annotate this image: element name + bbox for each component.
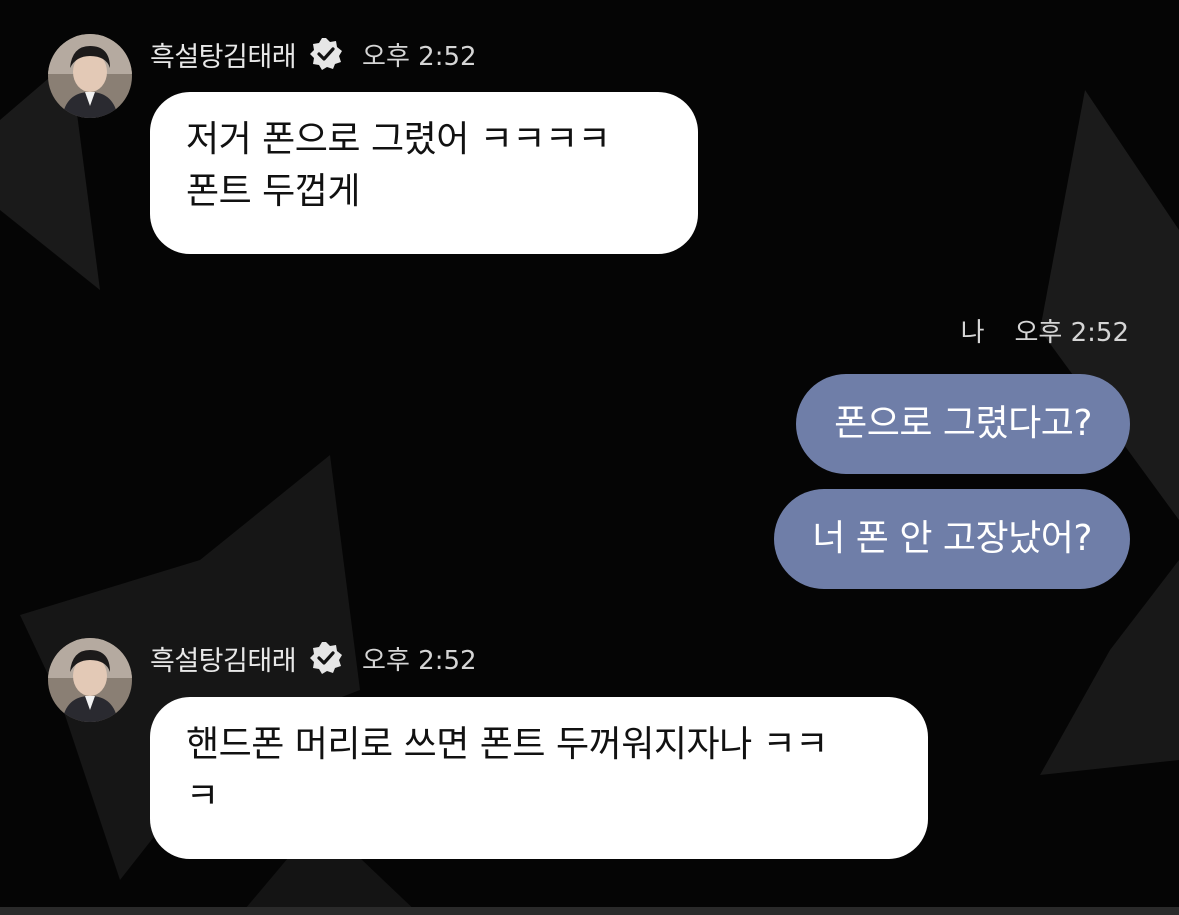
me-label: 나 bbox=[960, 317, 985, 348]
message-text-line: 핸드폰 머리로 쓰면 폰트 두꺼워지자나 ㅋㅋ bbox=[186, 724, 828, 765]
avatar[interactable] bbox=[48, 638, 132, 722]
message-header: 흑설탕김태래 오후 2:52 bbox=[150, 638, 477, 678]
sender-name[interactable]: 흑설탕김태래 bbox=[150, 639, 297, 678]
message-text: 폰으로 그렸다고? bbox=[834, 403, 1092, 444]
message-text-line: 폰트 두껍게 bbox=[186, 171, 361, 212]
message-text-line: ㅋ bbox=[186, 776, 219, 817]
message-text: 너 폰 안 고장났어? bbox=[812, 518, 1092, 559]
verified-badge-icon bbox=[308, 640, 344, 676]
avatar-image bbox=[48, 638, 132, 722]
verified-badge-icon bbox=[308, 36, 344, 72]
message-time: 오후 2:52 bbox=[362, 645, 477, 676]
received-message-bubble[interactable]: 저거 폰으로 그렸어 ㅋㅋㅋㅋ 폰트 두껍게 bbox=[150, 92, 698, 254]
sent-message-bubble[interactable]: 폰으로 그렸다고? bbox=[796, 374, 1130, 474]
avatar-image bbox=[48, 34, 132, 118]
received-message-bubble[interactable]: 핸드폰 머리로 쓰면 폰트 두꺼워지자나 ㅋㅋ ㅋ bbox=[150, 697, 928, 859]
sender-name[interactable]: 흑설탕김태래 bbox=[150, 35, 297, 74]
bottom-divider bbox=[0, 907, 1179, 915]
avatar[interactable] bbox=[48, 34, 132, 118]
message-text-line: 저거 폰으로 그렸어 ㅋㅋㅋㅋ bbox=[186, 119, 611, 160]
message-time: 오후 2:52 bbox=[362, 41, 477, 72]
message-header: 흑설탕김태래 오후 2:52 bbox=[150, 34, 477, 74]
message-time: 오후 2:52 bbox=[1014, 317, 1130, 348]
my-message-header: 나 오후 2:52 bbox=[961, 308, 1129, 352]
sent-message-bubble[interactable]: 너 폰 안 고장났어? bbox=[774, 489, 1130, 589]
